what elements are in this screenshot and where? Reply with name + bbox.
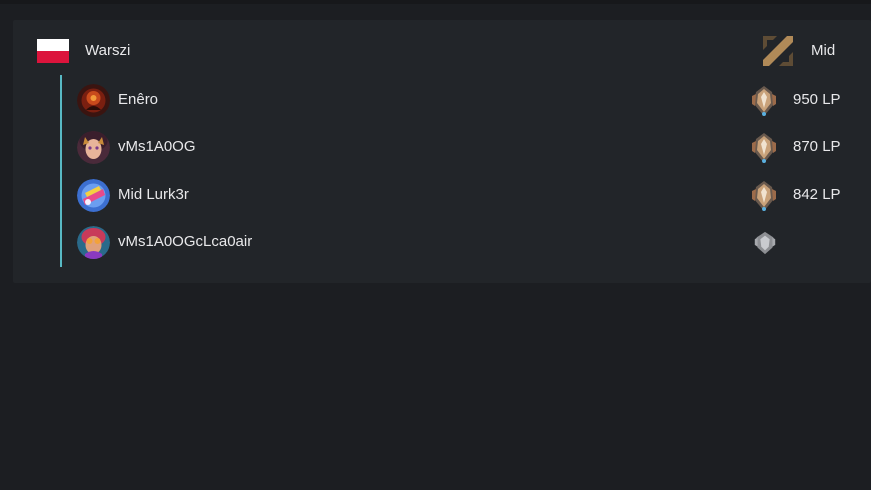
top-strip — [0, 0, 871, 4]
account-name[interactable]: vMs1A0OGcLca0air — [118, 233, 252, 250]
summoner-avatar — [77, 131, 110, 164]
summoner-avatar — [77, 226, 110, 259]
summoner-avatar — [77, 179, 110, 212]
player-header[interactable]: Warszi Mid — [13, 20, 871, 82]
challenger-rank-icon — [752, 181, 776, 211]
league-points: 870 LP — [793, 138, 841, 155]
player-card: Warszi Mid Enêro 950 LP vMs1A0OG 870 LP … — [13, 20, 871, 283]
league-points: 842 LP — [793, 186, 841, 203]
account-name[interactable]: Mid Lurk3r — [118, 186, 189, 203]
account-row[interactable]: vMs1A0OGcLca0air — [13, 222, 871, 262]
league-points: 950 LP — [793, 91, 841, 108]
poland-flag-icon — [37, 39, 69, 63]
summoner-avatar — [77, 84, 110, 117]
role-label: Mid — [811, 42, 836, 59]
challenger-rank-icon — [752, 133, 776, 163]
account-name[interactable]: Enêro — [118, 91, 158, 108]
account-row[interactable]: vMs1A0OG 870 LP — [13, 127, 871, 167]
unranked-icon — [754, 231, 776, 255]
challenger-rank-icon — [752, 86, 776, 116]
mid-lane-icon — [763, 36, 793, 66]
account-row[interactable]: Mid Lurk3r 842 LP — [13, 175, 871, 215]
account-name[interactable]: vMs1A0OG — [118, 138, 196, 155]
player-name[interactable]: Warszi — [85, 42, 130, 59]
account-row[interactable]: Enêro 950 LP — [13, 80, 871, 120]
